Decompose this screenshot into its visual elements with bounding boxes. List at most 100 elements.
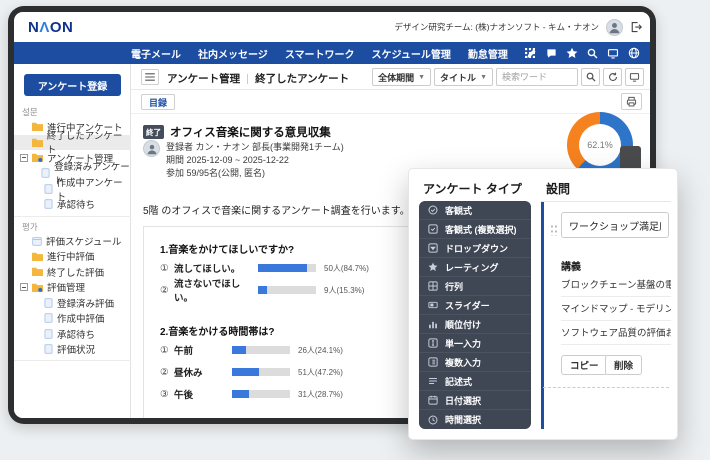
edit-icon[interactable] (526, 48, 537, 59)
type-item[interactable]: 単一入力 (419, 334, 531, 353)
sidebar-item[interactable]: 承認待ち (14, 326, 131, 341)
type-item[interactable]: 客観式 (419, 201, 531, 220)
type-item[interactable]: 日付選択 (419, 391, 531, 410)
sidebar-item-label: 承認待ち (57, 327, 95, 341)
participation-info: 参加 59/95名(公開, 匿名) (166, 166, 265, 179)
option-label: 午後 (174, 387, 232, 401)
main-navbar: 電子メール 社内メッセージ スマートワーク スケジュール管理 勤怠管理 (14, 42, 650, 64)
multi-input-icon (428, 357, 438, 367)
doc-icon (44, 344, 53, 354)
nav-item-attendance[interactable]: 勤怠管理 (468, 46, 508, 61)
type-item[interactable]: 客観式 (複数選択) (419, 220, 531, 239)
sidebar-section-label: 평가 (22, 221, 38, 233)
breadcrumb-parent[interactable]: アンケート管理 (167, 71, 240, 86)
folder-gear-icon (32, 283, 43, 292)
type-item[interactable]: 行列 (419, 277, 531, 296)
copy-button[interactable]: コピー (561, 355, 608, 375)
question-title: 2.音楽をかける時間帯は? (160, 323, 274, 338)
bar-track (232, 368, 290, 376)
type-label: スライダー (445, 299, 490, 312)
user-team-label: デザイン研究チーム: (株)ナオンソフト - キム・ナオン (394, 21, 599, 33)
globe-icon[interactable] (628, 47, 640, 59)
option-label: 午前 (174, 343, 232, 357)
answer-row: ③ 午後 31人(28.7%) (160, 387, 343, 401)
drag-handle-icon[interactable] (550, 224, 557, 236)
answer-value: 50人(84.7%) (324, 263, 369, 274)
logout-icon[interactable] (630, 21, 642, 33)
sidebar-item-label: 評価スケジュール (46, 234, 121, 248)
answer-row: ① 午前 26人(24.1%) (160, 343, 343, 357)
type-item[interactable]: ドロップダウン (419, 239, 531, 258)
sidebar-item-label: 登録済み評価 (57, 296, 114, 310)
nav-item-schedule[interactable]: スケジュール管理 (372, 46, 451, 61)
question-header: 設問 (546, 180, 570, 197)
option-number: ② (160, 367, 174, 378)
dropdown-icon (428, 243, 438, 253)
catalog-button[interactable]: 目録 (141, 94, 175, 110)
collapse-icon[interactable] (20, 283, 28, 291)
register-survey-button[interactable]: アンケート登録 (24, 74, 121, 96)
question-title: 1.音楽をかけてほしいですか? (160, 241, 294, 256)
sidebar-item[interactable]: 登録済み評価 (14, 295, 131, 310)
search-icon[interactable] (581, 68, 600, 86)
avatar[interactable] (606, 19, 623, 36)
calendar-icon (32, 236, 42, 246)
nav-item-mail[interactable]: 電子メール (131, 46, 181, 61)
delete-button[interactable]: 削除 (605, 355, 642, 375)
star-icon[interactable] (566, 47, 578, 59)
type-item[interactable]: 複数入力 (419, 353, 531, 372)
monitor-icon[interactable] (607, 48, 619, 59)
type-label: 記述式 (445, 375, 472, 388)
nav-item-smartwork[interactable]: スマートワーク (285, 46, 355, 61)
checkbox-icon (428, 224, 438, 234)
sidebar-item[interactable]: 終了した評価 (14, 264, 131, 279)
answer-value: 26人(24.1%) (298, 345, 343, 356)
option-number: ① (160, 263, 174, 274)
sidebar-item[interactable]: 評価管理 (14, 280, 131, 295)
bar-fill (232, 368, 259, 376)
refresh-icon[interactable] (603, 68, 622, 86)
question-title-input[interactable] (561, 212, 669, 238)
search-icon[interactable] (587, 48, 598, 59)
folder-icon (32, 138, 43, 147)
lecture-item[interactable]: マインドマップ - モデリングを始める (561, 298, 671, 321)
type-item[interactable]: 順位付け (419, 315, 531, 334)
survey-description: 5階 のオフィスで音楽に関するアンケート調査を行います。 (143, 202, 410, 217)
survey-title: オフィス音楽に関する意見収集 (170, 124, 331, 140)
chat-icon[interactable] (546, 48, 557, 59)
type-item[interactable]: 時間選択 (419, 410, 531, 429)
type-item[interactable]: レーティング (419, 258, 531, 277)
sidebar-item[interactable]: 評価状況 (14, 342, 131, 357)
type-label: 時間選択 (445, 413, 481, 426)
option-label: 流してほしい。 (174, 261, 258, 275)
search-input[interactable] (496, 68, 578, 86)
sidebar-item[interactable]: 評価スケジュール (14, 233, 131, 248)
option-number: ② (160, 285, 174, 296)
app-header: NΛON デザイン研究チーム: (株)ナオンソフト - キム・ナオン (14, 12, 650, 42)
sidebar-section-label: 설문 (22, 106, 38, 118)
sidebar-item[interactable]: 作成中評価 (14, 311, 131, 326)
period-info: 期間 2025-12-09 ~ 2025-12-22 (166, 153, 289, 166)
doc-icon (44, 199, 53, 209)
type-item[interactable]: スライダー (419, 296, 531, 315)
period-filter-select[interactable]: 全体期間▼ (372, 68, 431, 86)
sidebar-item[interactable]: 作成中アンケート (14, 181, 131, 196)
sidebar-item[interactable]: 承認待ち (14, 197, 131, 212)
option-number: ③ (160, 389, 174, 400)
print-icon[interactable] (621, 93, 642, 110)
lecture-item[interactable]: ブロックチェーン基盤の電子文書管 (561, 274, 671, 297)
field-filter-select[interactable]: タイトル▼ (434, 68, 493, 86)
answer-value: 9人(15.3%) (324, 285, 364, 296)
list-view-icon[interactable] (625, 68, 644, 86)
type-label: ドロップダウン (445, 242, 508, 255)
nav-item-messages[interactable]: 社内メッセージ (198, 46, 268, 61)
sidebar-item-selected[interactable]: 終了したアンケート (14, 135, 131, 150)
collapse-icon[interactable] (20, 154, 28, 162)
lecture-item[interactable]: ソフトウェア品質の評価およびサー (561, 322, 671, 345)
sub-toolbar: 目録 (131, 90, 650, 114)
sidebar-item[interactable]: 進行中評価 (14, 249, 131, 264)
naon-logo: NΛON (28, 19, 73, 36)
essay-icon (428, 376, 438, 386)
hamburger-icon[interactable] (141, 69, 159, 85)
type-item[interactable]: 記述式 (419, 372, 531, 391)
